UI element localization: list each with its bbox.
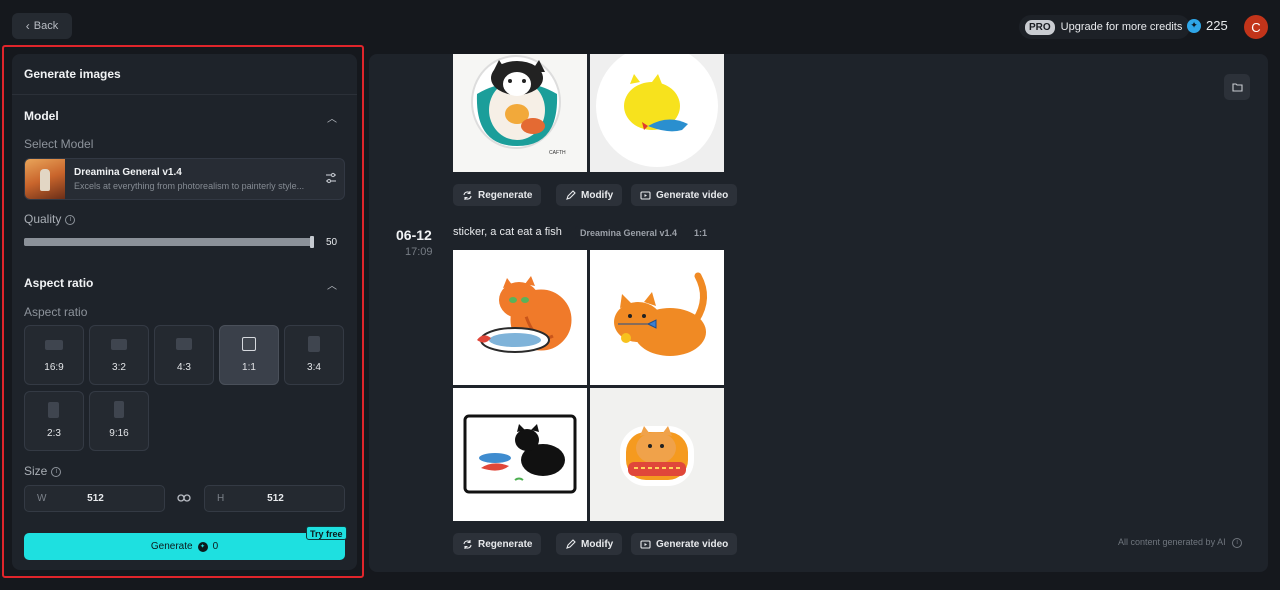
entry-time: 17:09 <box>405 246 433 258</box>
cat-sticker-image <box>463 414 577 494</box>
cat-sticker-image <box>620 426 694 486</box>
video-icon <box>640 539 651 549</box>
regenerate-button[interactable]: Regenerate <box>453 533 542 555</box>
credit-count: 225 <box>1206 18 1228 33</box>
generated-image[interactable]: CAFTH <box>453 54 587 172</box>
generate-video-button[interactable]: Generate video <box>631 184 738 206</box>
entry-date: 06-12 <box>396 227 432 243</box>
modify-button[interactable]: Modify <box>556 184 623 206</box>
results-area: CAFTH Regenerate Modify Generate video 0… <box>369 54 1268 572</box>
chevron-left-icon: ‹ <box>25 19 30 33</box>
svg-text:CAFTH: CAFTH <box>549 150 566 156</box>
cat-sticker-image <box>477 276 575 354</box>
regenerate-label: Regenerate <box>478 189 533 201</box>
regenerate-button[interactable]: Regenerate <box>453 184 542 206</box>
modify-label: Modify <box>581 189 614 201</box>
ai-disclaimer-text: All content generated by AI <box>1118 537 1226 547</box>
pencil-icon <box>566 538 576 549</box>
generated-image[interactable] <box>590 388 724 521</box>
upgrade-button[interactable]: PRO Upgrade for more credits <box>1019 15 1191 39</box>
pencil-icon <box>566 189 576 200</box>
pro-badge: PRO <box>1025 19 1055 35</box>
selection-highlight <box>2 45 364 578</box>
generate-video-label: Generate video <box>656 189 729 201</box>
generated-image[interactable] <box>453 388 587 521</box>
refresh-icon <box>463 539 472 549</box>
back-label: Back <box>33 20 59 32</box>
credit-icon: ✦ <box>1187 18 1201 33</box>
cat-sticker-image <box>614 272 707 356</box>
regenerate-label: Regenerate <box>478 538 533 550</box>
generated-image[interactable] <box>590 250 724 385</box>
cat-sticker-image <box>596 54 718 167</box>
upgrade-label: Upgrade for more credits <box>1060 21 1183 33</box>
generate-video-label: Generate video <box>656 538 729 550</box>
cat-sticker-image: CAFTH <box>471 55 566 156</box>
folder-icon <box>1231 83 1243 92</box>
back-button[interactable]: ‹ Back <box>12 13 72 39</box>
generate-video-button[interactable]: Generate video <box>631 533 738 555</box>
ratio-tag: 1:1 <box>689 226 713 240</box>
prompt-text[interactable]: sticker, a cat eat a fish <box>453 226 562 238</box>
ai-disclaimer: All content generated by AI i <box>1118 537 1243 548</box>
modify-button[interactable]: Modify <box>556 533 623 555</box>
avatar[interactable]: C <box>1244 15 1268 39</box>
credits-display[interactable]: ✦ 225 <box>1187 18 1228 33</box>
generated-image[interactable] <box>453 250 587 385</box>
folder-button[interactable] <box>1224 74 1250 100</box>
modify-label: Modify <box>581 538 614 550</box>
generated-image[interactable] <box>590 54 724 172</box>
model-tag: Dreamina General v1.4 <box>575 226 683 240</box>
info-icon[interactable]: i <box>1232 537 1243 548</box>
video-icon <box>640 190 651 200</box>
refresh-icon <box>463 190 472 200</box>
